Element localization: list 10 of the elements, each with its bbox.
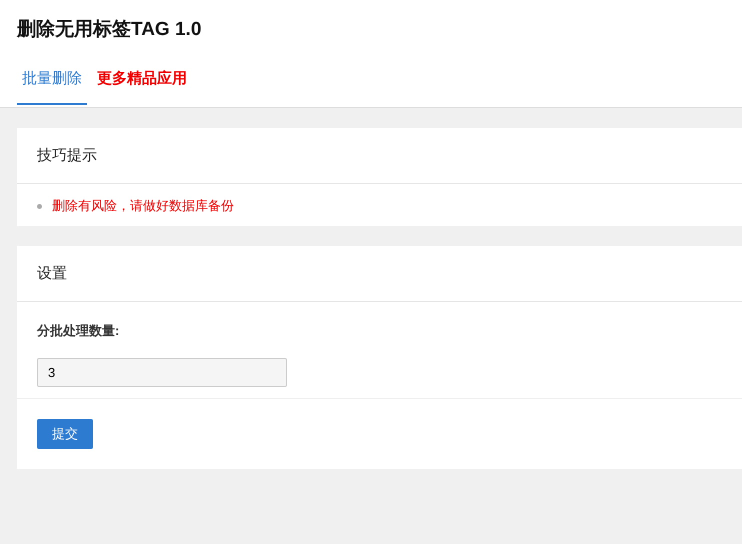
panel-title: 技巧提示 xyxy=(17,128,742,184)
promo-link[interactable]: 更多精品应用 xyxy=(97,69,192,105)
field-label: 分批处理数量: xyxy=(37,322,120,340)
tab[interactable]: 批量删除 xyxy=(17,69,87,105)
submit-button[interactable]: 提交 xyxy=(37,419,93,449)
input-field[interactable]: 3 xyxy=(37,358,287,387)
panel-title: 设置 xyxy=(17,246,742,302)
tip-text: 删除有风险，请做好数据库备份 xyxy=(52,197,234,215)
page-title: 删除无用标签TAG 1.0 xyxy=(16,18,202,42)
bullet-icon xyxy=(37,204,42,208)
